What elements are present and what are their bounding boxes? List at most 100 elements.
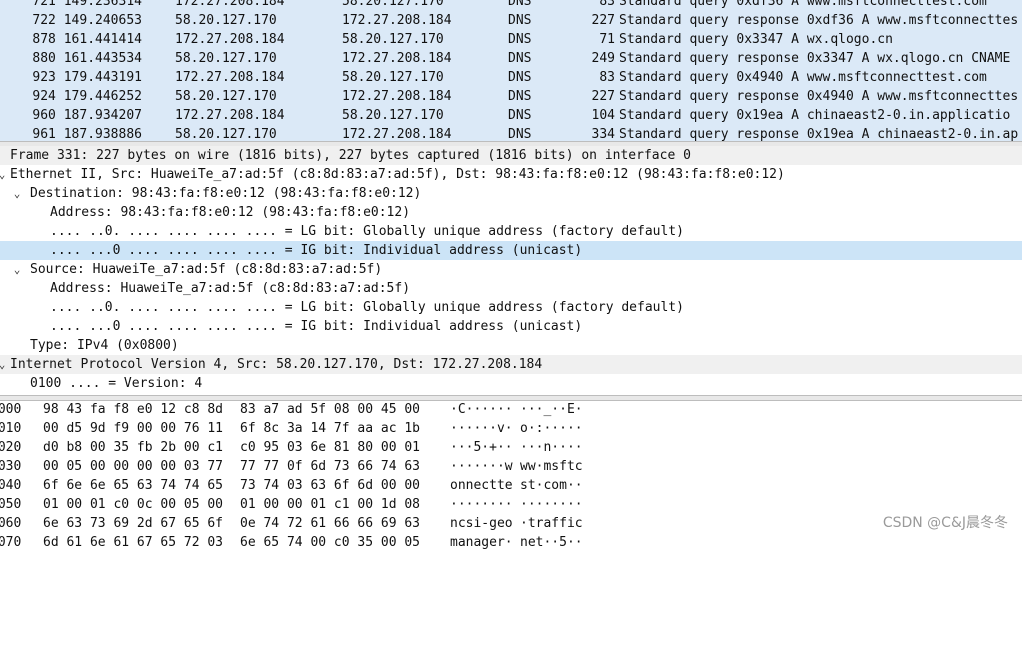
bytes-hex[interactable]: 6f 8c 3a 14 7f aa ac 1b — [240, 419, 420, 438]
packet-info: Standard query 0x3347 A wx.qlogo.cn — [619, 32, 893, 47]
bytes-hex[interactable]: 01 00 01 c0 0c 00 05 00 — [43, 495, 223, 514]
packet-bytes[interactable]: 0000 98 43 fa f8 e0 12 c8 8d 83 a7 ad 5f… — [0, 400, 1022, 552]
packet-info: Standard query 0xdf36 A www.msftconnectt… — [619, 0, 987, 9]
bytes-hex[interactable]: c0 95 03 6e 81 80 00 01 — [240, 438, 420, 457]
bytes-hex[interactable]: 0e 74 72 61 66 66 69 63 — [240, 514, 420, 533]
packet-info: Standard query 0x19ea A chinaeast2-0.in.… — [619, 108, 1011, 123]
bytes-ascii[interactable]: ·traffic — [520, 514, 583, 533]
packet-row[interactable]: 924 179.446252 58.20.127.170 172.27.208.… — [0, 87, 1022, 106]
packet-no-time: 924 179.446252 — [32, 89, 142, 104]
bytes-ascii[interactable]: manager· — [450, 533, 513, 552]
packet-row[interactable]: 960 187.934207 172.27.208.184 58.20.127.… — [0, 106, 1022, 125]
packet-length: 104 — [591, 108, 615, 123]
packet-protocol: DNS — [508, 89, 532, 104]
bytes-hex[interactable]: 6e 65 74 00 c0 35 00 05 — [240, 533, 420, 552]
tree-item-src-lg-bit[interactable]: .... ..0. .... .... .... .... = LG bit: … — [0, 298, 1022, 317]
bytes-ascii[interactable]: ·······w — [450, 457, 513, 476]
chevron-down-icon[interactable]: ⌄ — [0, 355, 8, 374]
bytes-ascii[interactable]: ········ — [450, 495, 513, 514]
bytes-hex[interactable]: d0 b8 00 35 fb 2b 00 c1 — [43, 438, 223, 457]
bytes-offset: 0000 — [0, 402, 22, 417]
bytes-row[interactable]: 0070 6d 61 6e 61 67 65 72 03 6e 65 74 00… — [0, 533, 1022, 552]
bytes-hex[interactable]: 00 05 00 00 00 00 03 77 — [43, 457, 223, 476]
packet-length: 71 — [599, 32, 615, 47]
packet-row[interactable]: 878 161.441414 172.27.208.184 58.20.127.… — [0, 30, 1022, 49]
tree-item-type[interactable]: Type: IPv4 (0x0800) — [0, 336, 1022, 355]
packet-row[interactable]: 923 179.443191 172.27.208.184 58.20.127.… — [0, 68, 1022, 87]
bytes-hex[interactable]: 77 77 0f 6d 73 66 74 63 — [240, 457, 420, 476]
packet-length: 227 — [591, 13, 615, 28]
tree-item-src-ig-bit[interactable]: .... ...0 .... .... .... .... = IG bit: … — [0, 317, 1022, 336]
bytes-row[interactable]: 0060 6e 63 73 69 2d 67 65 6f 0e 74 72 61… — [0, 514, 1022, 533]
bytes-ascii[interactable]: ···5·+·· — [450, 438, 513, 457]
bytes-hex[interactable]: 98 43 fa f8 e0 12 c8 8d — [43, 400, 223, 419]
packet-info: Standard query response 0x4940 A www.msf… — [619, 89, 1019, 104]
tree-item-version[interactable]: 0100 .... = Version: 4 — [0, 374, 1022, 393]
bytes-row[interactable]: 0040 6f 6e 6e 65 63 74 74 65 73 74 03 63… — [0, 476, 1022, 495]
packet-source: 58.20.127.170 — [175, 89, 277, 104]
packet-source: 58.20.127.170 — [175, 51, 277, 66]
packet-row[interactable]: 721 149.236314 172.27.208.184 58.20.127.… — [0, 0, 1022, 11]
bytes-hex[interactable]: 6d 61 6e 61 67 65 72 03 — [43, 533, 223, 552]
packet-no-time: 923 179.443191 — [32, 70, 142, 85]
bytes-row[interactable]: 0050 01 00 01 c0 0c 00 05 00 01 00 00 01… — [0, 495, 1022, 514]
bytes-hex[interactable]: 73 74 03 63 6f 6d 00 00 — [240, 476, 420, 495]
packet-destination: 58.20.127.170 — [342, 0, 444, 9]
tree-item-frame[interactable]: Frame 331: 227 bytes on wire (1816 bits)… — [0, 146, 1022, 165]
packet-row[interactable]: 880 161.443534 58.20.127.170 172.27.208.… — [0, 49, 1022, 68]
bytes-ascii[interactable]: ·C······ — [450, 400, 513, 419]
packet-details[interactable]: Frame 331: 227 bytes on wire (1816 bits)… — [0, 146, 1022, 393]
tree-label: .... ..0. .... .... .... .... = LG bit: … — [50, 300, 684, 315]
tree-label: .... ...0 .... .... .... .... = IG bit: … — [50, 319, 583, 334]
packet-length: 83 — [599, 0, 615, 9]
tree-item-ethernet[interactable]: ⌄ Ethernet II, Src: HuaweiTe_a7:ad:5f (c… — [0, 165, 1022, 184]
bytes-ascii[interactable]: net··5·· — [520, 533, 583, 552]
bytes-ascii[interactable]: ww·msftc — [520, 457, 583, 476]
packet-list[interactable]: 721 149.236314 172.27.208.184 58.20.127.… — [0, 0, 1022, 144]
bytes-hex[interactable]: 83 a7 ad 5f 08 00 45 00 — [240, 400, 420, 419]
bytes-row[interactable]: 0030 00 05 00 00 00 00 03 77 77 77 0f 6d… — [0, 457, 1022, 476]
packet-destination: 58.20.127.170 — [342, 70, 444, 85]
tree-item-dst-address[interactable]: Address: 98:43:fa:f8:e0:12 (98:43:fa:f8:… — [0, 203, 1022, 222]
tree-label: .... ...0 .... .... .... .... = IG bit: … — [50, 243, 583, 258]
bytes-ascii[interactable]: o·:····· — [520, 419, 583, 438]
bytes-offset: 0040 — [0, 478, 22, 493]
bytes-offset: 0050 — [0, 497, 22, 512]
packet-length: 83 — [599, 70, 615, 85]
bytes-ascii[interactable]: ncsi-geo — [450, 514, 513, 533]
packet-destination: 172.27.208.184 — [342, 51, 452, 66]
packet-protocol: DNS — [508, 13, 532, 28]
bytes-row[interactable]: 0020 d0 b8 00 35 fb 2b 00 c1 c0 95 03 6e… — [0, 438, 1022, 457]
tree-item-destination[interactable]: ⌄ Destination: 98:43:fa:f8:e0:12 (98:43:… — [0, 184, 1022, 203]
bytes-offset: 0020 — [0, 440, 22, 455]
bytes-row[interactable]: 0010 00 d5 9d f9 00 00 76 11 6f 8c 3a 14… — [0, 419, 1022, 438]
bytes-hex[interactable]: 6e 63 73 69 2d 67 65 6f — [43, 514, 223, 533]
tree-label: Type: IPv4 (0x0800) — [30, 338, 179, 353]
bytes-row[interactable]: 0000 98 43 fa f8 e0 12 c8 8d 83 a7 ad 5f… — [0, 400, 1022, 419]
bytes-ascii[interactable]: ···_··E· — [520, 400, 583, 419]
chevron-down-icon[interactable]: ⌄ — [0, 165, 8, 184]
tree-item-src-address[interactable]: Address: HuaweiTe_a7:ad:5f (c8:8d:83:a7:… — [0, 279, 1022, 298]
tree-label: Internet Protocol Version 4, Src: 58.20.… — [10, 357, 543, 372]
bytes-ascii[interactable]: onnectte — [450, 476, 513, 495]
bytes-hex[interactable]: 00 d5 9d f9 00 00 76 11 — [43, 419, 223, 438]
tree-item-dst-lg-bit[interactable]: .... ..0. .... .... .... .... = LG bit: … — [0, 222, 1022, 241]
packet-no-time: 722 149.240653 — [32, 13, 142, 28]
packet-no-time: 721 149.236314 — [32, 0, 142, 9]
bytes-hex[interactable]: 01 00 00 01 c1 00 1d 08 — [240, 495, 420, 514]
bytes-ascii[interactable]: ···n···· — [520, 438, 583, 457]
packet-destination: 172.27.208.184 — [342, 13, 452, 28]
bytes-ascii[interactable]: st·com·· — [520, 476, 583, 495]
packet-row[interactable]: 722 149.240653 58.20.127.170 172.27.208.… — [0, 11, 1022, 30]
bytes-ascii[interactable]: ········ — [520, 495, 583, 514]
tree-label: Address: 98:43:fa:f8:e0:12 (98:43:fa:f8:… — [50, 205, 411, 220]
tree-item-source[interactable]: ⌄ Source: HuaweiTe_a7:ad:5f (c8:8d:83:a7… — [0, 260, 1022, 279]
chevron-down-icon[interactable]: ⌄ — [11, 260, 23, 279]
chevron-down-icon[interactable]: ⌄ — [11, 184, 23, 203]
bytes-ascii[interactable]: ······v· — [450, 419, 513, 438]
packet-no-time: 880 161.443534 — [32, 51, 142, 66]
packet-protocol: DNS — [508, 108, 532, 123]
tree-item-dst-ig-bit[interactable]: .... ...0 .... .... .... .... = IG bit: … — [0, 241, 1022, 260]
tree-item-ip[interactable]: ⌄ Internet Protocol Version 4, Src: 58.2… — [0, 355, 1022, 374]
bytes-hex[interactable]: 6f 6e 6e 65 63 74 74 65 — [43, 476, 223, 495]
